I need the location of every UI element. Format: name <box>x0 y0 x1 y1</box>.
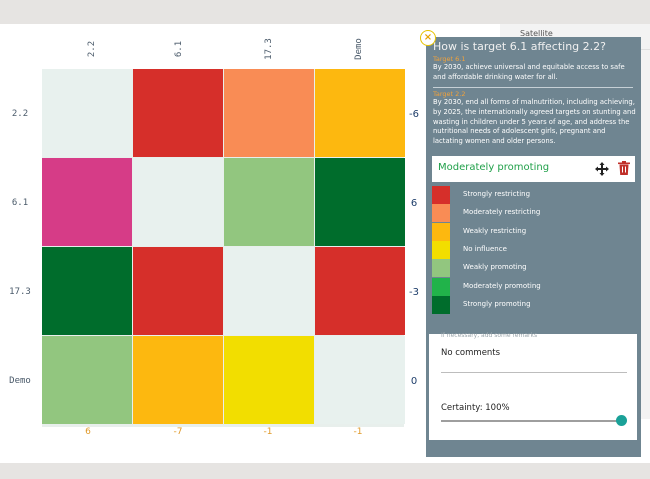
row-total-demo: 0 <box>410 376 418 387</box>
matrix-cell-1-0[interactable] <box>42 158 132 246</box>
matrix-cell-0-0[interactable] <box>42 69 132 157</box>
target-a-heading: Target 6.1 <box>433 55 466 63</box>
legend-swatch <box>432 295 450 314</box>
panel-title: How is target 6.1 affecting 2.2? <box>433 40 606 53</box>
legend-label: Strongly promoting <box>463 299 531 308</box>
matrix-cell-2-0[interactable] <box>42 247 132 335</box>
legend-item[interactable]: No influence <box>432 240 632 259</box>
legend-label: Moderately restricting <box>463 208 541 217</box>
legend-label: Strongly restricting <box>463 190 531 198</box>
interaction-edit-panel: How is target 6.1 affecting 2.2? Target … <box>426 37 641 457</box>
interaction-matrix <box>42 69 405 427</box>
trash-icon[interactable] <box>618 161 630 175</box>
row-label-2-2: 2.2 <box>11 109 29 119</box>
legend-item[interactable]: Weakly promoting <box>432 259 632 278</box>
row-label-17-3: 17.3 <box>9 287 31 297</box>
col-total-6-1: -7 <box>173 427 183 437</box>
certainty-slider-handle[interactable] <box>616 415 627 426</box>
legend-swatch <box>432 204 450 223</box>
legend-item[interactable]: Moderately restricting <box>432 204 632 223</box>
col-total-17-3: -1 <box>263 427 273 437</box>
remarks-section: If necessary, add some remarks No commen… <box>429 332 637 440</box>
legend-swatch <box>432 240 450 259</box>
legend-item[interactable]: Weakly restricting <box>432 222 632 241</box>
legend-label: No influence <box>463 244 507 253</box>
move-icon[interactable] <box>594 161 610 177</box>
matrix-cell-2-3[interactable] <box>315 247 405 335</box>
target-b-heading: Target 2.2 <box>433 90 466 98</box>
legend-item[interactable]: Moderately promoting <box>432 277 632 296</box>
legend-label: Moderately promoting <box>463 281 541 290</box>
divider <box>433 87 633 88</box>
close-button[interactable]: × <box>420 30 436 46</box>
remarks-input[interactable]: No comments <box>441 348 500 358</box>
target-a-text: By 2030, achieve universal and equitable… <box>433 63 625 81</box>
legend-swatch <box>432 277 450 296</box>
row-total-17-3: -3 <box>409 287 419 298</box>
col-total-demo: -1 <box>353 427 363 437</box>
legend-item[interactable]: Strongly promoting <box>432 295 632 314</box>
row-total-6-1: 6 <box>410 198 418 209</box>
matrix-cell-0-3[interactable] <box>315 69 405 157</box>
legend-swatch <box>432 259 450 278</box>
legend-item[interactable]: Strongly restricting <box>432 186 632 204</box>
matrix-cell-3-3[interactable] <box>315 336 405 424</box>
matrix-cell-2-1[interactable] <box>133 247 223 335</box>
selected-influence-label: Moderately promoting <box>438 162 550 173</box>
certainty-label: Certainty: 100% <box>441 403 510 413</box>
matrix-cell-1-2[interactable] <box>224 158 314 246</box>
matrix-cell-3-0[interactable] <box>42 336 132 424</box>
legend-label: Weakly restricting <box>463 226 527 235</box>
remarks-underline <box>441 372 627 373</box>
row-label-demo: Demo <box>9 376 31 386</box>
matrix-cell-1-3[interactable] <box>315 158 405 246</box>
col-total-2-2: 6 <box>85 427 91 437</box>
selected-influence: Moderately promoting <box>432 156 635 182</box>
target-b-text: By 2030, end all forms of malnutrition, … <box>433 98 636 146</box>
row-label-6-1: 6.1 <box>11 198 29 208</box>
top-bar <box>0 0 650 24</box>
legend-swatch <box>432 186 450 204</box>
matrix-cell-3-2[interactable] <box>224 336 314 424</box>
legend-swatch <box>432 222 450 241</box>
bottom-bar <box>0 463 650 479</box>
legend-label: Weakly promoting <box>463 263 527 272</box>
remarks-placeholder: If necessary, add some remarks <box>441 332 538 339</box>
row-total-2-2: -6 <box>409 109 419 120</box>
matrix-cell-0-2[interactable] <box>224 69 314 157</box>
certainty-slider[interactable] <box>441 420 621 422</box>
matrix-cell-2-2[interactable] <box>224 247 314 335</box>
matrix-cell-3-1[interactable] <box>133 336 223 424</box>
matrix-cell-1-1[interactable] <box>133 158 223 246</box>
matrix-cell-0-1[interactable] <box>133 69 223 157</box>
